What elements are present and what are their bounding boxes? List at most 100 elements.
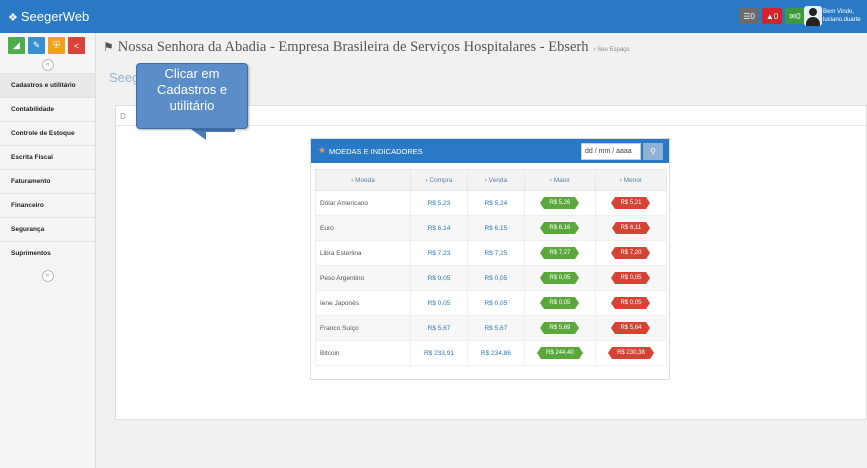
mail-icon[interactable]: ✉ 0 (785, 8, 805, 24)
user-info[interactable]: Bem Vindo, luciano.duarte (823, 8, 865, 24)
cell-maior: R$ 244,40 (523, 340, 596, 366)
collapse-toggle-top[interactable]: « (41, 59, 54, 71)
callout-line: utilitário (169, 98, 215, 113)
sidebar-item-label: Cadastros e utilitário (11, 82, 76, 89)
sidebar-item-escrita-fiscal[interactable]: Escrita Fiscal (0, 145, 95, 169)
table-row: Iene Japonês R$ 0,05 R$ 0,05 R$ 0,05 R$ 0,05 (315, 290, 668, 316)
cell-compra: R$ 0,05 (410, 290, 468, 316)
share-icon[interactable]: < (68, 37, 85, 54)
sidebar-item-label: Faturamento (11, 178, 51, 185)
table-row: Franco Suíço R$ 5,67 R$ 5,67 R$ 5,69 R$ 5,64 (315, 315, 668, 341)
table-row: Dólar Americano R$ 5,23 R$ 5,24 R$ 5,26 R$ 5… (315, 190, 668, 216)
low-badge: R$ 6,11 (611, 222, 650, 234)
cell-menor: R$ 0,05 (594, 290, 668, 316)
cell-menor: R$ 7,20 (594, 240, 668, 266)
low-badge: R$ 7,20 (611, 247, 651, 259)
cell-moeda: Dólar Americano (315, 190, 411, 216)
cell-compra: R$ 233,91 (410, 340, 468, 366)
collapse-toggle-bottom[interactable]: « (41, 270, 54, 282)
star-icon: ★ (318, 145, 327, 155)
col-maior[interactable]: › Maior (523, 169, 596, 191)
callout-line: Clicar em (164, 66, 220, 81)
low-badge: R$ 0,05 (611, 297, 651, 309)
cell-menor: R$ 230,38 (594, 340, 668, 366)
col-menor[interactable]: › Menor (594, 169, 668, 191)
sidebar-item-label: Escrita Fiscal (11, 154, 53, 161)
cell-moeda: Libra Esterlina (315, 240, 411, 266)
date-input[interactable]: dd / mm / aaaa (581, 143, 641, 160)
pencil-icon[interactable]: ✎ (28, 37, 45, 54)
cell-maior: R$ 5,69 (523, 315, 596, 341)
page-title: Nossa Senhora da Abadia - Empresa Brasil… (117, 39, 589, 55)
sidebar-item-label: Suprimentos (11, 250, 51, 257)
widget-header: ★ MOEDAS E INDICADORES dd / mm / aaaa ⚲ (311, 139, 669, 163)
cell-venda: R$ 0,05 (466, 265, 525, 291)
cell-moeda: Euro (315, 215, 411, 241)
shield-icon[interactable]: ⛨ (48, 37, 65, 54)
tutorial-callout: Clicar em Cadastros e utilitário (136, 63, 248, 129)
widget-title: MOEDAS E INDICADORES (329, 147, 423, 156)
table-row: Peso Argentino R$ 0,05 R$ 0,05 R$ 0,05 R$ 0,… (315, 265, 668, 291)
low-badge: R$ 230,38 (608, 347, 654, 359)
section-title: Seeg (109, 70, 140, 85)
cell-moeda: Franco Suíço (315, 315, 411, 341)
top-icons: ☰ 0 ▲ 0 ✉ 0 (739, 8, 805, 24)
cell-compra: R$ 5,67 (410, 315, 468, 341)
user-avatar[interactable] (804, 6, 822, 26)
cell-compra: R$ 7,23 (410, 240, 468, 266)
sidebar-item-faturamento[interactable]: Faturamento (0, 169, 95, 193)
low-badge: R$ 5,64 (611, 322, 651, 334)
table-row: Libra Esterlina R$ 7,23 R$ 7,25 R$ 7,27 R$ 7… (315, 240, 668, 266)
hospital-icon: ⚑ (103, 40, 114, 54)
cell-menor: R$ 5,21 (594, 190, 668, 216)
high-badge: R$ 5,69 (540, 322, 580, 334)
messages-icon[interactable]: ☰ 0 (739, 8, 759, 24)
quick-buttons: ◢ ✎ ⛨ < (0, 33, 95, 54)
table-row: Euro R$ 6,14 R$ 6,15 R$ 6,16 R$ 6,11 (315, 215, 668, 241)
cell-maior: R$ 0,05 (523, 290, 596, 316)
brand-name: SeegerWeb (20, 9, 90, 24)
cell-compra: R$ 5,23 (410, 190, 468, 216)
cell-venda: R$ 6,15 (466, 215, 525, 241)
cell-venda: R$ 0,05 (466, 290, 525, 316)
high-badge: R$ 244,40 (537, 347, 583, 359)
search-icon[interactable]: ⚲ (643, 143, 663, 160)
cell-venda: R$ 5,24 (466, 190, 525, 216)
rates-table: › Moeda › Compra › Venda › Maior › Menor… (315, 169, 668, 366)
callout-line: Cadastros e (156, 82, 228, 97)
sidebar-item-label: Financeiro (11, 202, 44, 209)
table-header-row: › Moeda › Compra › Venda › Maior › Menor (315, 169, 668, 191)
sidebar-item-financeiro[interactable]: Financeiro (0, 193, 95, 217)
top-bar: ❖ SeegerWeb ☰ 0 ▲ 0 ✉ 0 Bem Vindo, luciano.d… (0, 0, 867, 33)
cell-menor: R$ 6,11 (594, 215, 668, 241)
col-venda[interactable]: › Venda (466, 169, 525, 191)
sidebar-item-label: Controle de Estoque (11, 130, 75, 137)
cell-maior: R$ 0,05 (523, 265, 596, 291)
user-name: luciano.duarte (823, 17, 861, 23)
messages-badge: 0 (750, 11, 755, 21)
mail-badge: 0 (796, 11, 801, 21)
tab-dashboard[interactable]: D (120, 112, 126, 121)
bell-icon[interactable]: ▲ 0 (762, 8, 782, 24)
sidebar: ◢ ✎ ⛨ < « Cadastros e utilitário Contabi… (0, 33, 96, 468)
low-badge: R$ 0,05 (611, 272, 651, 284)
leaf-icon: ❖ (8, 12, 18, 24)
high-badge: R$ 7,27 (540, 247, 580, 259)
high-badge: R$ 0,05 (540, 297, 580, 309)
high-badge: R$ 5,26 (540, 197, 580, 209)
sidebar-item-estoque[interactable]: Controle de Estoque (0, 121, 95, 145)
col-compra[interactable]: › Compra (410, 169, 468, 191)
cell-compra: R$ 6,14 (410, 215, 468, 241)
chart-icon[interactable]: ◢ (8, 37, 25, 54)
sidebar-item-suprimentos[interactable]: Suprimentos (0, 241, 95, 265)
sidebar-item-label: Segurança (11, 226, 45, 233)
brand-logo[interactable]: ❖ SeegerWeb (8, 9, 89, 24)
bell-badge: 0 (773, 11, 779, 21)
sidebar-item-cadastros[interactable]: Cadastros e utilitário (0, 73, 95, 97)
sidebar-item-seguranca[interactable]: Segurança (0, 217, 95, 241)
cell-moeda: Bitcoin (315, 340, 411, 366)
col-moeda[interactable]: › Moeda (315, 169, 411, 191)
breadcrumb[interactable]: › Seu Espaço (593, 47, 629, 53)
sidebar-item-contabilidade[interactable]: Contabilidade (0, 97, 95, 121)
cell-menor: R$ 5,64 (594, 315, 668, 341)
